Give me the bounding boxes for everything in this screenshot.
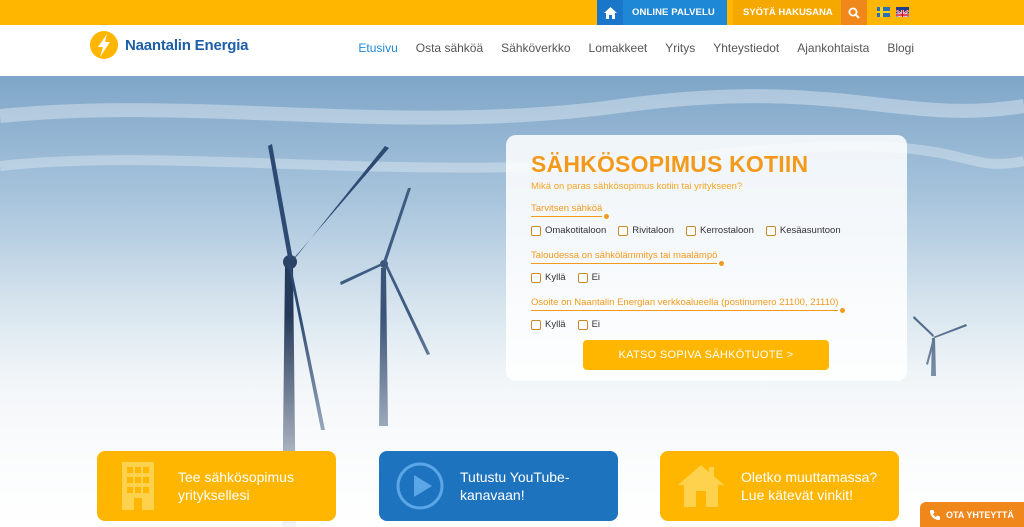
question-network-area: Osoite on Naantalin Energian verkkoaluee…: [531, 297, 846, 313]
option-kesaasunto[interactable]: Kesäasuntoon: [765, 225, 841, 236]
plug-icon: [719, 261, 725, 266]
site-header: Naantalin Energia Etusivu Osta sähköä Sä…: [0, 25, 1024, 76]
search-icon: [848, 7, 860, 19]
english-flag-icon[interactable]: [896, 7, 909, 17]
online-service-label: ONLINE PALVELU: [632, 7, 715, 18]
online-service-button[interactable]: ONLINE PALVELU: [597, 0, 727, 25]
form-title: SÄHKÖSOPIMUS KOTIIN: [531, 151, 809, 177]
option-label: Kyllä: [545, 319, 566, 330]
business-contract-tile[interactable]: Tee sähkösopimus yrityksellesi: [97, 451, 336, 521]
checkbox[interactable]: [685, 225, 696, 236]
tile-line-1: Tee sähkösopimus: [178, 469, 294, 485]
nav-item-osta-sahkoa[interactable]: Osta sähköä: [416, 41, 483, 55]
checkbox[interactable]: [531, 225, 541, 236]
option-area-yes[interactable]: Kyllä: [531, 319, 566, 330]
option-label: Omakotitaloon: [545, 225, 607, 236]
option-kerrostalo[interactable]: Kerrostaloon: [685, 225, 754, 236]
tile-text: Tee sähkösopimus yrityksellesi: [178, 468, 294, 504]
options-housing-type: Omakotitaloon Rivitaloon Kerrostaloon Ke…: [531, 225, 841, 236]
option-label: Kesäasuntoon: [779, 225, 841, 236]
tile-text: Oletko muuttamassa? Lue kätevät vinkit!: [741, 468, 877, 504]
options-network-area: Kyllä Ei: [531, 319, 600, 330]
swedish-flag-icon[interactable]: [877, 7, 890, 17]
nav-item-etusivu[interactable]: Etusivu: [358, 41, 397, 55]
phone-icon: [930, 509, 940, 520]
nav-item-blogi[interactable]: Blogi: [887, 41, 914, 55]
checkbox[interactable]: [577, 272, 588, 283]
building-icon: [112, 460, 164, 512]
nav-item-yritys[interactable]: Yritys: [665, 41, 695, 55]
option-heating-no[interactable]: Ei: [577, 272, 601, 283]
show-product-button[interactable]: KATSO SOPIVA SÄHKÖTUOTE >: [583, 340, 829, 370]
checkbox[interactable]: [577, 319, 588, 330]
checkbox[interactable]: [531, 319, 541, 330]
option-area-no[interactable]: Ei: [577, 319, 601, 330]
question-label: Taloudessa on sähkölämmitys tai maalämpö: [531, 250, 718, 261]
nav-item-lomakkeet[interactable]: Lomakkeet: [589, 41, 648, 55]
tile-line-1: Tutustu YouTube-: [460, 469, 570, 485]
option-label: Rivitaloon: [632, 225, 674, 236]
tile-line-2: kanavaan!: [460, 487, 525, 503]
nav-item-yhteystiedot[interactable]: Yhteystiedot: [713, 41, 779, 55]
play-icon: [394, 460, 446, 512]
option-omakotitalo[interactable]: Omakotitaloon: [531, 225, 606, 236]
form-subtitle: Mikä on paras sähkösopimus kotiin tai yr…: [531, 181, 743, 192]
option-label: Kerrostaloon: [699, 225, 754, 236]
tile-line-1: Oletko muuttamassa?: [741, 469, 878, 485]
search-input[interactable]: SYÖTÄ HAKUSANA: [733, 0, 843, 25]
logo[interactable]: Naantalin Energia: [89, 30, 249, 60]
lightning-logo-icon: [90, 31, 118, 59]
top-utility-bar: ONLINE PALVELU SYÖTÄ HAKUSANA: [0, 0, 1024, 25]
question-label: Tarvitsen sähköä: [531, 203, 603, 214]
question-label: Osoite on Naantalin Energian verkkoaluee…: [531, 297, 839, 308]
checkbox[interactable]: [765, 225, 776, 236]
logo-text: Naantalin Energia: [125, 36, 249, 54]
tile-text: Tutustu YouTube- kanavaan!: [460, 468, 569, 504]
plug-icon: [604, 214, 610, 219]
options-heating: Kyllä Ei: [531, 272, 600, 283]
tile-line-2: yrityksellesi: [178, 487, 250, 503]
youtube-tile[interactable]: Tutustu YouTube- kanavaan!: [379, 451, 618, 521]
main-nav: Etusivu Osta sähköä Sähköverkko Lomakkee…: [358, 41, 914, 55]
option-heating-yes[interactable]: Kyllä: [531, 272, 566, 283]
nav-item-sahkoverkko[interactable]: Sähköverkko: [501, 41, 570, 55]
checkbox[interactable]: [531, 272, 541, 283]
contact-label: OTA YHTEYTTÄ: [946, 509, 1014, 520]
plug-icon: [840, 308, 846, 313]
option-label: Ei: [591, 319, 601, 330]
nav-item-ajankohtaista[interactable]: Ajankohtaista: [797, 41, 869, 55]
contract-finder-card: SÄHKÖSOPIMUS KOTIIN Mikä on paras sähkös…: [506, 135, 907, 381]
option-rivitalo[interactable]: Rivitaloon: [618, 225, 674, 236]
question-electric-heating: Taloudessa on sähkölämmitys tai maalämpö: [531, 250, 725, 266]
contact-us-button[interactable]: OTA YHTEYTTÄ: [920, 502, 1024, 527]
checkbox[interactable]: [618, 225, 629, 236]
search-placeholder: SYÖTÄ HAKUSANA: [743, 7, 833, 18]
option-label: Kyllä: [545, 272, 566, 283]
tile-line-2: Lue kätevät vinkit!: [741, 487, 854, 503]
home-icon: [597, 0, 623, 25]
house-icon: [675, 460, 727, 512]
moving-tips-tile[interactable]: Oletko muuttamassa? Lue kätevät vinkit!: [660, 451, 899, 521]
search-button[interactable]: [841, 0, 867, 25]
option-label: Ei: [591, 272, 601, 283]
question-electricity-for: Tarvitsen sähköä: [531, 203, 610, 219]
